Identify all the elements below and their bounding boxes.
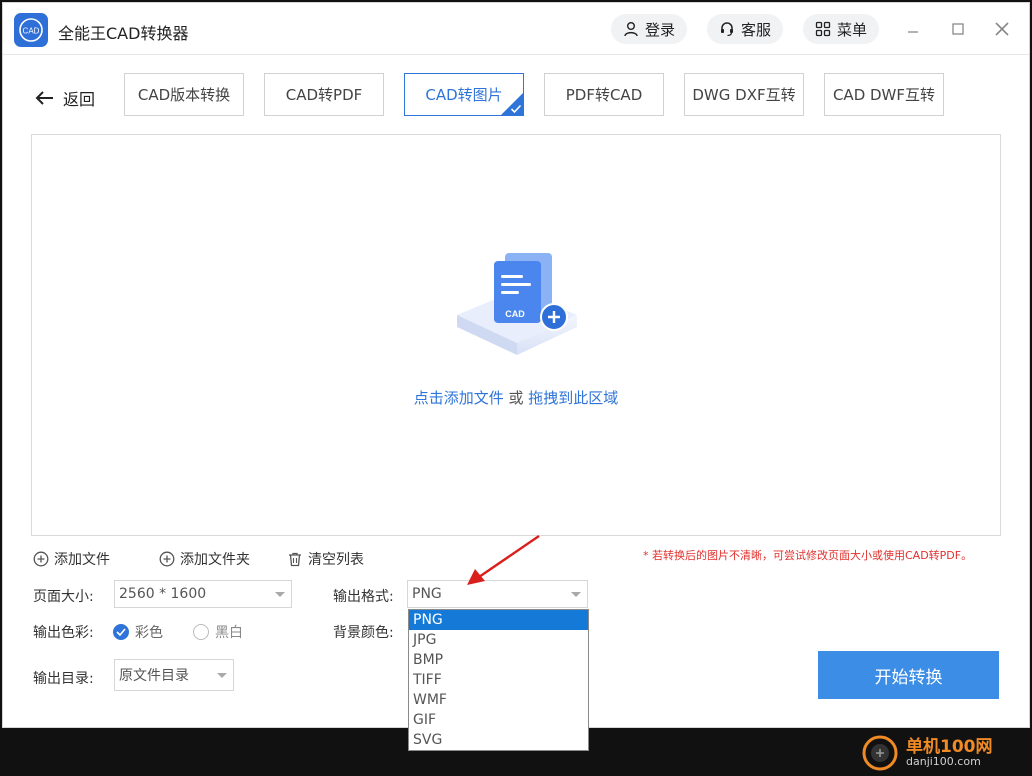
bw-radio[interactable]: 黑白 bbox=[193, 622, 243, 642]
minimize-icon bbox=[908, 31, 918, 33]
headset-icon bbox=[720, 22, 733, 37]
watermark-title: 单机100网 bbox=[906, 737, 993, 757]
grid-menu-icon bbox=[815, 21, 831, 37]
click-add-file-link[interactable]: 点击添加文件 bbox=[414, 389, 504, 407]
output-format-label: 输出格式: bbox=[333, 589, 394, 605]
site-watermark: 单机100网 danji100.com bbox=[862, 733, 993, 773]
watermark-logo-icon bbox=[862, 735, 898, 771]
tab-label: CAD DWF互转 bbox=[832, 86, 936, 104]
chevron-down-icon bbox=[275, 592, 285, 597]
trash-icon bbox=[289, 552, 301, 567]
format-option-wmf[interactable]: WMF bbox=[409, 690, 588, 710]
tab-label: DWG DXF互转 bbox=[692, 86, 796, 104]
tab-label: CAD转PDF bbox=[285, 86, 363, 104]
app-logo-icon: CAD bbox=[14, 13, 48, 47]
add-cad-file-icon: CAD bbox=[457, 253, 577, 355]
menu-label: 菜单 bbox=[836, 20, 867, 39]
bw-option-label: 黑白 bbox=[215, 625, 243, 641]
or-text: 或 bbox=[503, 389, 529, 407]
drop-instructions: 点击添加文件 或 拖拽到此区域 bbox=[32, 387, 1000, 408]
color-radio[interactable]: 彩色 bbox=[113, 622, 163, 642]
customer-service-label: 客服 bbox=[740, 20, 771, 39]
output-dir-value: 原文件目录 bbox=[119, 668, 189, 684]
plus-circle-icon bbox=[33, 551, 49, 567]
format-option-bmp[interactable]: BMP bbox=[409, 650, 588, 670]
add-file-label: 添加文件 bbox=[54, 552, 110, 568]
title-bar: CAD 全能王CAD转换器 登录 客服 菜单 bbox=[3, 3, 1029, 55]
app-window: CAD 全能王CAD转换器 登录 客服 菜单 返回 CAD版本转换 CAD转PD… bbox=[2, 2, 1030, 751]
format-option-gif[interactable]: GIF bbox=[409, 710, 588, 730]
format-option-svg[interactable]: SVG bbox=[409, 730, 588, 750]
back-button[interactable]: 返回 bbox=[35, 86, 95, 110]
close-icon bbox=[995, 22, 1009, 36]
start-conversion-button[interactable]: 开始转换 bbox=[818, 651, 999, 699]
add-folder-label: 添加文件夹 bbox=[180, 552, 250, 568]
tab-cad-to-image[interactable]: CAD转图片 bbox=[404, 73, 524, 116]
svg-text:CAD: CAD bbox=[23, 27, 40, 36]
user-icon bbox=[624, 22, 638, 37]
output-dir-select[interactable]: 原文件目录 bbox=[114, 659, 234, 691]
clear-list-label: 清空列表 bbox=[308, 552, 364, 568]
close-button[interactable] bbox=[990, 17, 1014, 41]
page-size-value: 2560 * 1600 bbox=[119, 586, 207, 602]
check-icon bbox=[510, 104, 522, 114]
output-format-dropdown-list[interactable]: PNG JPG BMP TIFF WMF GIF SVG bbox=[408, 609, 589, 751]
back-label: 返回 bbox=[63, 90, 96, 109]
format-option-png[interactable]: PNG bbox=[409, 610, 588, 630]
tab-cad-to-pdf[interactable]: CAD转PDF bbox=[264, 73, 384, 116]
format-option-jpg[interactable]: JPG bbox=[409, 630, 588, 650]
plus-circle-icon bbox=[159, 551, 175, 567]
minimize-button[interactable] bbox=[901, 17, 925, 41]
watermark-url: danji100.com bbox=[906, 755, 981, 768]
tab-label: CAD转图片 bbox=[425, 86, 503, 104]
background-color-label: 背景颜色: bbox=[333, 625, 394, 641]
arrow-left-icon bbox=[35, 91, 53, 105]
customer-service-button[interactable]: 客服 bbox=[707, 14, 783, 44]
menu-button[interactable]: 菜单 bbox=[803, 14, 879, 44]
svg-text:CAD: CAD bbox=[505, 309, 525, 319]
chevron-down-icon bbox=[217, 673, 227, 678]
output-format-value: PNG bbox=[412, 586, 442, 602]
tab-dwg-dxf[interactable]: DWG DXF互转 bbox=[684, 73, 804, 116]
app-title: 全能王CAD转换器 bbox=[58, 24, 189, 43]
chevron-down-icon bbox=[571, 592, 581, 597]
tab-label: CAD版本转换 bbox=[137, 86, 231, 104]
clear-list-button[interactable]: 清空列表 bbox=[287, 549, 364, 569]
tab-pdf-to-cad[interactable]: PDF转CAD bbox=[544, 73, 664, 116]
radio-checked-icon bbox=[113, 624, 129, 640]
page-size-select[interactable]: 2560 * 1600 bbox=[114, 580, 292, 608]
login-label: 登录 bbox=[644, 20, 675, 39]
maximize-button[interactable] bbox=[946, 17, 970, 41]
page-size-label: 页面大小: bbox=[33, 589, 94, 605]
file-drop-zone[interactable]: CAD 点击添加文件 或 拖拽到此区域 bbox=[31, 134, 1001, 536]
add-file-button[interactable]: 添加文件 bbox=[33, 549, 110, 569]
output-color-label: 输出色彩: bbox=[33, 625, 94, 641]
tab-label: PDF转CAD bbox=[565, 86, 643, 104]
add-folder-button[interactable]: 添加文件夹 bbox=[159, 549, 250, 569]
tab-cad-version[interactable]: CAD版本转换 bbox=[124, 73, 244, 116]
tab-cad-dwf[interactable]: CAD DWF互转 bbox=[824, 73, 944, 116]
color-option-label: 彩色 bbox=[135, 625, 163, 641]
maximize-icon bbox=[952, 23, 964, 35]
format-option-tiff[interactable]: TIFF bbox=[409, 670, 588, 690]
red-arrow-annotation bbox=[467, 535, 540, 585]
login-button[interactable]: 登录 bbox=[611, 14, 687, 44]
output-dir-label: 输出目录: bbox=[33, 671, 94, 687]
drag-here-link[interactable]: 拖拽到此区域 bbox=[528, 389, 618, 407]
conversion-tip: * 若转换后的图片不清晰，可尝试修改页面大小或使用CAD转PDF。 bbox=[643, 549, 973, 562]
radio-unchecked-icon bbox=[193, 624, 209, 640]
